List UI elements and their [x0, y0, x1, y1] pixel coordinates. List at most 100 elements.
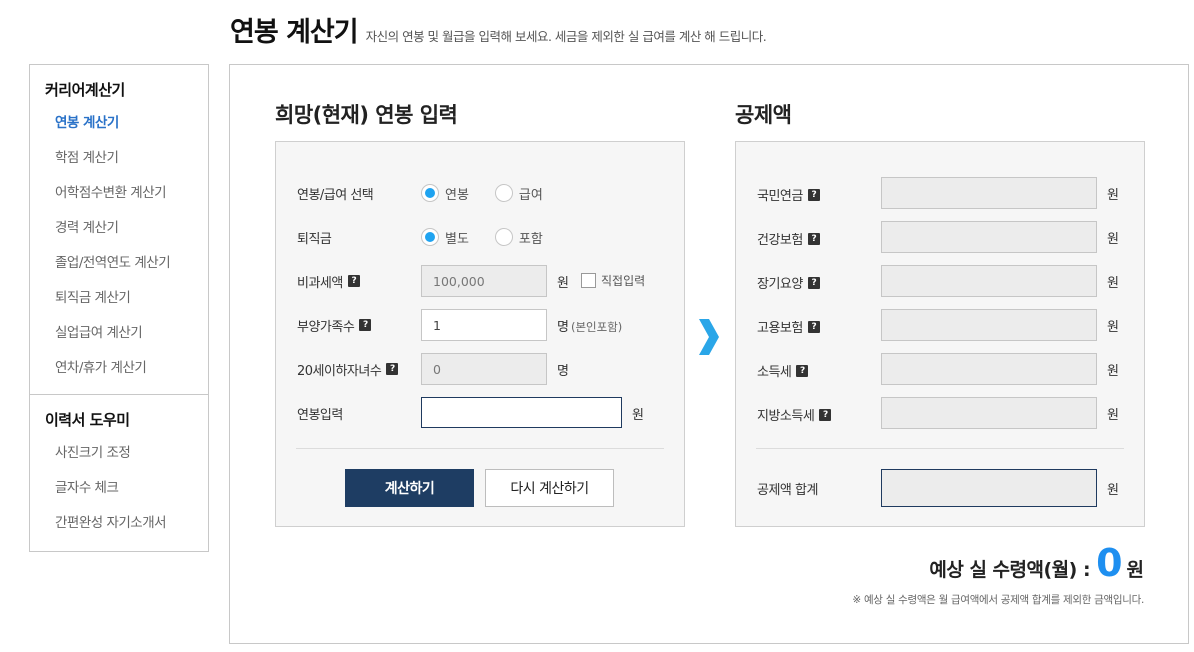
- radio-dot: [421, 184, 439, 202]
- radio-annual-salary[interactable]: 연봉: [421, 184, 469, 203]
- deduction-unit: 원: [1107, 276, 1119, 291]
- children-unit: 명: [557, 364, 569, 379]
- radio-severance-included[interactable]: 포함: [494, 228, 543, 247]
- severance-row: 퇴직금 별도 포함: [276, 221, 684, 253]
- deduction-panel: 국민연금? 원 건강보험? 원 장기요양? 원 고용보험? 원 소득세? 원 지…: [735, 141, 1145, 527]
- radio-dot: [421, 228, 439, 246]
- calculate-button[interactable]: 계산하기: [345, 469, 474, 507]
- deduction-label-text: 장기요양: [757, 277, 803, 292]
- input-section-title: 희망(현재) 연봉 입력: [275, 103, 458, 127]
- deduction-label-long-term-care: 장기요양?: [757, 273, 820, 292]
- help-icon[interactable]: ?: [807, 232, 820, 245]
- chevron-right-icon: [699, 319, 719, 355]
- salary-type-label: 연봉/급여 선택: [297, 187, 374, 203]
- health-insurance-field: [881, 221, 1097, 253]
- divider: [756, 448, 1124, 449]
- employment-insurance-field: [881, 309, 1097, 341]
- sidebar-item-severance-calculator[interactable]: 퇴직금 계산기: [30, 281, 208, 316]
- salary-type-row: 연봉/급여 선택 연봉 급여: [276, 177, 684, 209]
- net-pay-value: 0: [1096, 541, 1123, 585]
- deduction-unit: 원: [1107, 232, 1119, 247]
- deduction-unit: 원: [1107, 320, 1119, 335]
- long-term-care-field: [881, 265, 1097, 297]
- help-icon[interactable]: ?: [386, 363, 399, 375]
- help-icon[interactable]: ?: [807, 188, 820, 201]
- reset-button[interactable]: 다시 계산하기: [485, 469, 614, 507]
- help-icon[interactable]: ?: [819, 408, 832, 421]
- sidebar-item-career-calculator[interactable]: 경력 계산기: [30, 211, 208, 246]
- expected-net-pay: 예상 실 수령액(월) : 0 원: [929, 541, 1144, 585]
- help-icon[interactable]: ?: [359, 319, 372, 331]
- net-pay-label: 예상 실 수령액(월) :: [929, 559, 1091, 581]
- deduction-section-title: 공제액: [735, 103, 792, 127]
- dependents-unit: 명 (본인포함): [557, 316, 622, 335]
- deduction-label-local-income-tax: 지방소득세?: [757, 405, 832, 424]
- nontaxable-label-text: 비과세액: [297, 275, 343, 291]
- dependents-unit-text: 명: [557, 320, 569, 335]
- dependents-label-text: 부양가족수: [297, 319, 355, 335]
- help-icon[interactable]: ?: [807, 276, 820, 289]
- radio-label: 별도: [445, 231, 469, 247]
- children-label: 20세이하자녀수?: [297, 360, 399, 379]
- dependents-input[interactable]: 1: [421, 309, 547, 341]
- page-title: 연봉 계산기: [230, 17, 359, 48]
- radio-dot: [494, 184, 513, 202]
- deduction-label-text: 지방소득세: [757, 409, 815, 424]
- radio-monthly-salary[interactable]: 급여: [494, 184, 543, 203]
- salary-type-radio-group: 연봉 급여: [421, 184, 569, 203]
- nontaxable-unit: 원: [557, 276, 569, 291]
- deduction-unit: 원: [1107, 364, 1119, 379]
- salary-input[interactable]: [421, 397, 622, 428]
- help-icon[interactable]: ?: [796, 364, 809, 377]
- calculator-main: 희망(현재) 연봉 입력 공제액 연봉/급여 선택 연봉 급여 퇴직금 별도 포…: [229, 64, 1189, 644]
- net-pay-note: ※ 예상 실 수령액은 월 급여액에서 공제액 합계를 제외한 금액입니다.: [852, 594, 1144, 606]
- deduction-label-employment-insurance: 고용보험?: [757, 317, 820, 336]
- children-label-text: 20세이하자녀수: [297, 363, 382, 379]
- input-panel: 연봉/급여 선택 연봉 급여 퇴직금 별도 포함 비과세액? 100,000 원…: [275, 141, 685, 527]
- severance-radio-group: 별도 포함: [421, 228, 569, 247]
- deduction-unit: 원: [1107, 408, 1119, 423]
- sidebar-section-career: 커리어계산기 연봉 계산기 학점 계산기 어학점수변환 계산기 경력 계산기 졸…: [30, 65, 208, 394]
- radio-dot: [494, 228, 513, 246]
- deduction-label-national-pension: 국민연금?: [757, 185, 820, 204]
- nontaxable-label: 비과세액?: [297, 272, 360, 291]
- sidebar-item-photo-resize[interactable]: 사진크기 조정: [30, 436, 208, 471]
- sidebar: 커리어계산기 연봉 계산기 학점 계산기 어학점수변환 계산기 경력 계산기 졸…: [29, 64, 209, 552]
- deduction-label-text: 국민연금: [757, 189, 803, 204]
- sidebar-item-language-score-calculator[interactable]: 어학점수변환 계산기: [30, 176, 208, 211]
- dependents-label: 부양가족수?: [297, 316, 372, 335]
- deduction-label-income-tax: 소득세?: [757, 361, 809, 380]
- income-tax-field: [881, 353, 1097, 385]
- nontaxable-input[interactable]: 100,000: [421, 265, 547, 297]
- sidebar-item-salary-calculator[interactable]: 연봉 계산기: [30, 106, 208, 141]
- children-input[interactable]: 0: [421, 353, 547, 385]
- dependents-unit-note: (본인포함): [570, 320, 623, 334]
- deduction-label-text: 건강보험: [757, 233, 803, 248]
- sidebar-item-self-introduction[interactable]: 간편완성 자기소개서: [30, 506, 208, 541]
- sidebar-item-gpa-calculator[interactable]: 학점 계산기: [30, 141, 208, 176]
- sidebar-item-character-count[interactable]: 글자수 체크: [30, 471, 208, 506]
- deduction-label-text: 고용보험: [757, 321, 803, 336]
- checkbox-label: 직접입력: [601, 274, 646, 288]
- deduction-label-health-insurance: 건강보험?: [757, 229, 820, 248]
- sidebar-heading-career: 커리어계산기: [45, 81, 125, 99]
- deduction-total-field: [881, 469, 1097, 507]
- sidebar-item-graduation-year-calculator[interactable]: 졸업/전역연도 계산기: [30, 246, 208, 281]
- direct-input-checkbox[interactable]: 직접입력: [581, 272, 645, 289]
- sidebar-section-resume: 이력서 도우미 사진크기 조정 글자수 체크 간편완성 자기소개서: [30, 394, 208, 549]
- severance-label: 퇴직금: [297, 231, 332, 247]
- sidebar-item-leave-calculator[interactable]: 연차/휴가 계산기: [30, 351, 208, 386]
- sidebar-heading-resume: 이력서 도우미: [45, 411, 130, 429]
- salary-input-label: 연봉입력: [297, 407, 343, 423]
- page-header: 연봉 계산기 자신의 연봉 및 월급을 입력해 보세요. 세금을 제외한 실 급…: [230, 10, 767, 49]
- deduction-total-label: 공제액 합계: [757, 483, 818, 498]
- radio-label: 급여: [518, 187, 543, 203]
- divider: [296, 448, 664, 449]
- help-icon[interactable]: ?: [807, 320, 820, 333]
- sidebar-item-unemployment-calculator[interactable]: 실업급여 계산기: [30, 316, 208, 351]
- net-pay-unit: 원: [1126, 559, 1144, 581]
- national-pension-field: [881, 177, 1097, 209]
- local-income-tax-field: [881, 397, 1097, 429]
- radio-severance-separate[interactable]: 별도: [421, 228, 469, 247]
- help-icon[interactable]: ?: [347, 275, 360, 287]
